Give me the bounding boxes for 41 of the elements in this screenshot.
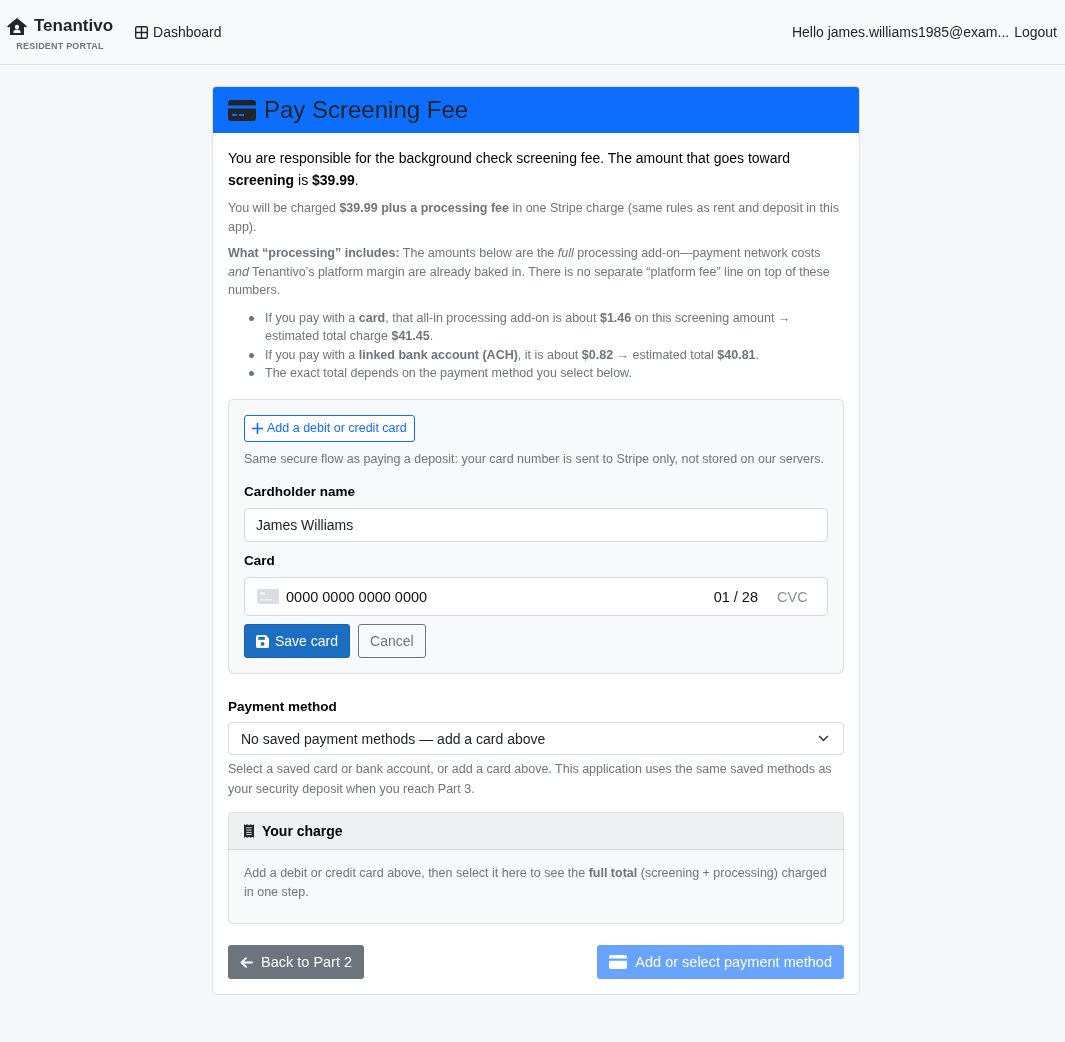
cardholder-name-label: Cardholder name: [244, 484, 357, 499]
credit-card-icon: [609, 955, 628, 969]
cardholder-name-field[interactable]: James Williams: [244, 508, 828, 542]
payment-method-select[interactable]: No saved payment methods — add a card above: [228, 722, 844, 755]
card-label: Card: [244, 553, 276, 568]
fee-bullet-text: If you pay with a linked bank account (ACH), it is about $0.82 → estimated total $40.81.: [265, 346, 759, 364]
card-number-input[interactable]: 0000 0000 0000 0000: [286, 585, 712, 608]
charge-summary-text: Add a debit or credit card above, then select it here to see the full total (screening + processing) charged in one step.: [244, 865, 828, 901]
fee-bullet-text: If you pay with a card, that all-in processing add-on is about $1.46 on this screening amount → estimated total charge $41.45.: [265, 309, 792, 345]
user-greeting: Hello james.williams1985@exam...: [791, 24, 1010, 40]
dashboard-link[interactable]: Dashboard: [135, 24, 222, 40]
fee-bullet-text: The exact total depends on the payment method you select below.: [265, 365, 632, 382]
chevron-down-icon: [818, 735, 829, 742]
card-details-field[interactable]: 0000 0000 0000 0000 01 / 28 CVC: [244, 577, 828, 616]
intro-text: You are responsible for the background check screening fee. The amount that goes toward screening is $39.99.: [228, 149, 791, 190]
page-title: Pay Screening Fee: [264, 96, 469, 124]
charge-note: You will be charged $39.99 plus a processing fee in one Stripe charge (same rules as rent and deposit in this app).: [228, 200, 840, 236]
bullet-dot-icon: [249, 352, 254, 358]
payment-method-label: Payment method: [228, 699, 338, 714]
brand-name[interactable]: Tenantivo: [34, 16, 114, 36]
card-cvc-input[interactable]: CVC: [777, 585, 807, 608]
charge-summary-title: Your charge: [262, 823, 343, 839]
payment-method-help: Select a saved card or bank account, or add a card above. This application uses the same saved methods as your security deposit when you reach Part 3.: [228, 761, 833, 798]
receipt-icon: [244, 824, 254, 838]
add-card-button[interactable]: Add a debit or credit card: [244, 414, 415, 442]
grid-icon: [135, 25, 149, 39]
card-brand-icon: [257, 589, 279, 604]
logout-link[interactable]: Logout: [1014, 24, 1057, 40]
plus-icon: [252, 422, 263, 434]
save-card-button[interactable]: Save card: [244, 624, 351, 658]
arrow-left-icon: [240, 956, 253, 968]
cancel-button[interactable]: Cancel: [358, 624, 426, 658]
back-button[interactable]: Back to Part 2: [228, 945, 365, 979]
bullet-dot-icon: [249, 371, 254, 376]
processing-note: What “processing” includes: The amounts below are the full processing add-on—payment network costs and Tenantivo’s platform margin are already baked in. There is no separate “platform fee” line on top of these numbers.: [228, 245, 831, 299]
card-expiry-input[interactable]: 01 / 28: [712, 585, 758, 608]
brand-subtitle: RESIDENT PORTAL: [16, 41, 104, 51]
home-icon: [7, 17, 27, 35]
bullet-dot-icon: [249, 315, 254, 321]
credit-card-icon: [228, 99, 256, 121]
secure-flow-note: Same secure flow as paying a deposit: your card number is sent to Stripe only, not stored on our servers.: [244, 450, 825, 468]
